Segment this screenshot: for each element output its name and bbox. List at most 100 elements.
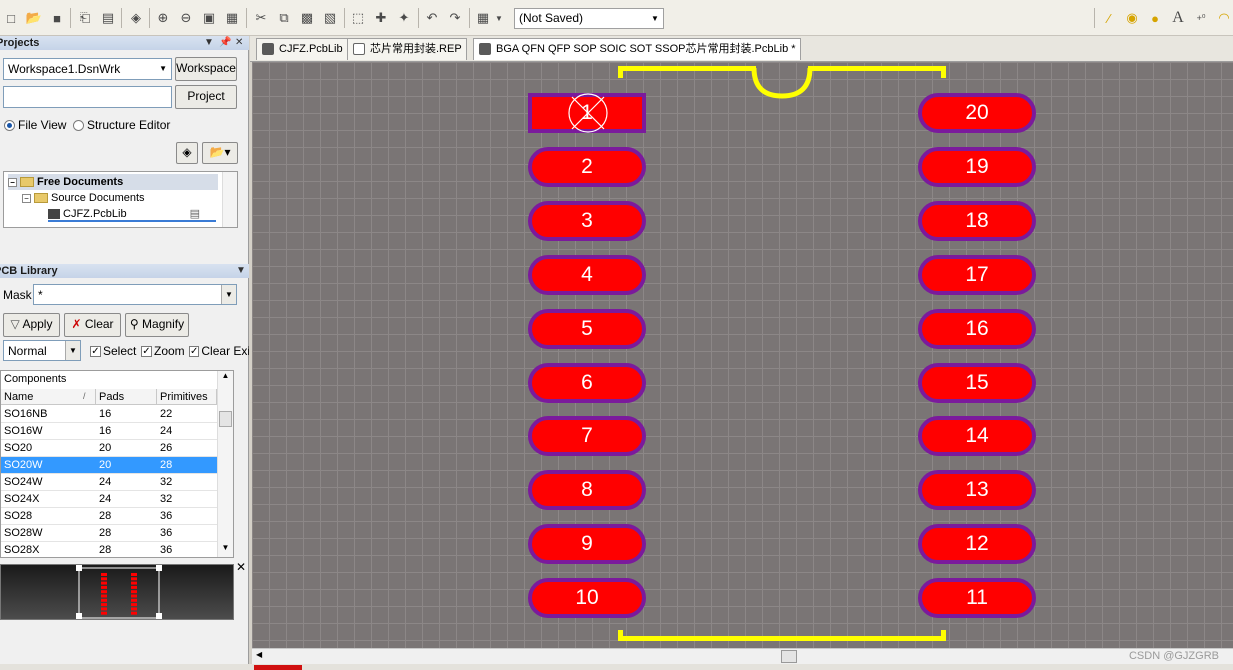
column-header-name[interactable]: Name — [1, 389, 96, 405]
table-row[interactable]: SO20 20 26 — [1, 440, 217, 457]
collapse-icon[interactable]: − — [8, 177, 17, 187]
pad-8[interactable]: 8 — [528, 470, 646, 510]
layer-color-swatch[interactable] — [254, 665, 302, 670]
zoom-checkbox[interactable]: ✓ Zoom — [141, 344, 185, 358]
pad-14[interactable]: 14 — [918, 416, 1036, 456]
project-button[interactable]: Project — [175, 85, 237, 109]
pad-10[interactable]: 10 — [528, 578, 646, 618]
scroll-up-icon[interactable]: ▲ — [218, 371, 233, 385]
canvas-horizontal-scrollbar[interactable]: ◀ — [252, 648, 1233, 664]
pad-12[interactable]: 12 — [918, 524, 1036, 564]
zoom-out-icon[interactable]: ⊖ — [177, 9, 195, 27]
mask-input[interactable]: * ▼ — [33, 284, 237, 305]
pad-19[interactable]: 19 — [918, 147, 1036, 187]
grid-icon[interactable]: ▦ — [474, 9, 492, 27]
pad-20[interactable]: 20 — [918, 93, 1036, 133]
paste-icon[interactable]: ▩ — [298, 9, 316, 27]
table-row[interactable]: SO16W 16 24 — [1, 423, 217, 440]
pad-5[interactable]: 5 — [528, 309, 646, 349]
workspace-button[interactable]: Workspace — [175, 57, 237, 81]
pad-11[interactable]: 11 — [918, 578, 1036, 618]
select-rect-icon[interactable]: ⬚ — [349, 9, 367, 27]
text-tool-icon[interactable]: A — [1169, 9, 1187, 27]
table-row[interactable]: SO24X 24 32 — [1, 491, 217, 508]
scroll-thumb[interactable] — [219, 411, 232, 427]
new-file-icon[interactable]: □ — [2, 9, 20, 27]
select-checkbox[interactable]: ✓ Select — [90, 344, 136, 358]
print-icon[interactable]: ⎗ — [76, 9, 94, 27]
via-tool-icon[interactable]: ● — [1146, 9, 1164, 27]
zoom-fit-icon[interactable]: ▣ — [200, 9, 218, 27]
cut-icon[interactable]: ✂ — [252, 9, 270, 27]
pad-3[interactable]: 3 — [528, 201, 646, 241]
zoom-in-icon[interactable]: ⊕ — [154, 9, 172, 27]
tree-item-cjfz-pcblib[interactable]: CJFZ.PcbLib ▤ — [48, 206, 216, 222]
tab-cjfz-pcblib[interactable]: CJFZ.PcbLib — [256, 38, 348, 60]
mode-select[interactable]: Normal ▼ — [3, 340, 81, 361]
panel-menu-icon[interactable]: ▼ — [204, 36, 214, 50]
tab-chip-package-rep[interactable]: 芯片常用封装.REP — [347, 38, 467, 60]
paste-special-icon[interactable]: ▧ — [321, 9, 339, 27]
clear-existing-checkbox[interactable]: ✓ Clear Exi — [189, 344, 249, 358]
coordinate-icon[interactable]: +⁰ — [1192, 9, 1210, 27]
tree-item-source-documents[interactable]: − Source Documents — [22, 190, 145, 206]
redo-icon[interactable]: ↷ — [446, 9, 464, 27]
collapse-icon[interactable]: − — [22, 193, 31, 203]
zoom-area-icon[interactable]: ▦ — [223, 9, 241, 27]
table-row[interactable]: SO28 28 36 — [1, 508, 217, 525]
workspace-select[interactable]: Workspace1.DsnWrk ▼ — [3, 58, 172, 80]
table-row[interactable]: SO28W 28 36 — [1, 525, 217, 542]
scroll-down-icon[interactable]: ▼ — [218, 543, 233, 557]
pin-icon[interactable]: 📌 — [219, 36, 231, 50]
tab-bga-package-pcblib[interactable]: BGA QFN QFP SOP SOIC SOT SSOP芯片常用封装.PcbL… — [473, 38, 801, 60]
clear-button[interactable]: ✗ Clear — [64, 313, 121, 337]
open-folder-icon[interactable]: 📂 — [25, 9, 43, 27]
thumbnail-pad — [101, 581, 107, 585]
panel-menu-icon[interactable]: ▼ — [236, 264, 246, 278]
pad-16[interactable]: 16 — [918, 309, 1036, 349]
table-row[interactable]: SO20W 20 28 — [1, 457, 217, 474]
table-row[interactable]: SO24W 24 32 — [1, 474, 217, 491]
add-document-button[interactable]: 📂▾ — [202, 142, 238, 164]
scroll-thumb[interactable] — [781, 650, 797, 663]
tree-scrollbar[interactable] — [222, 172, 237, 227]
tree-item-free-documents[interactable]: − Free Documents — [8, 174, 218, 190]
pad-17[interactable]: 17 — [918, 255, 1036, 295]
project-options-button[interactable]: ◈ — [176, 142, 198, 164]
pad-6[interactable]: 6 — [528, 363, 646, 403]
pad-tool-icon[interactable]: ◉ — [1123, 9, 1141, 27]
file-view-radio[interactable]: File View — [4, 118, 66, 132]
components-scrollbar[interactable]: ▲ ▼ — [217, 371, 233, 557]
magnify-button[interactable]: ⚲ Magnify — [125, 313, 189, 337]
structure-editor-radio[interactable]: Structure Editor — [73, 118, 170, 132]
copy-icon[interactable]: ⧉ — [275, 9, 293, 27]
grid-dropdown-icon[interactable]: ▼ — [494, 9, 504, 27]
pad-4[interactable]: 4 — [528, 255, 646, 295]
table-row[interactable]: SO28X 28 36 — [1, 542, 217, 557]
project-field[interactable] — [3, 86, 172, 108]
pad-18[interactable]: 18 — [918, 201, 1036, 241]
arc-tool-icon[interactable]: ◠ — [1215, 9, 1233, 27]
column-header-pads[interactable]: Pads — [96, 389, 157, 405]
close-icon[interactable]: ✕ — [235, 36, 243, 50]
close-icon[interactable]: ✕ — [236, 560, 246, 574]
apply-button[interactable]: ▽ Apply — [3, 313, 60, 337]
line-tool-icon[interactable]: ∕ — [1100, 9, 1118, 27]
table-row[interactable]: SO16NB 16 22 — [1, 406, 217, 423]
save-icon[interactable]: ■ — [48, 9, 66, 27]
pad-15[interactable]: 15 — [918, 363, 1036, 403]
pad-2[interactable]: 2 — [528, 147, 646, 187]
pcb-canvas[interactable]: 12345678910 20191817161514131211 — [252, 62, 1233, 648]
pad-13[interactable]: 13 — [918, 470, 1036, 510]
layers-icon[interactable]: ◈ — [127, 9, 145, 27]
pad-7[interactable]: 7 — [528, 416, 646, 456]
pad-9[interactable]: 9 — [528, 524, 646, 564]
cross-select-icon[interactable]: ✦ — [395, 9, 413, 27]
chevron-down-icon[interactable]: ▼ — [221, 285, 236, 304]
move-icon[interactable]: ✚ — [372, 9, 390, 27]
scroll-left-icon[interactable]: ◀ — [256, 650, 262, 659]
undo-icon[interactable]: ↶ — [423, 9, 441, 27]
print-preview-icon[interactable]: ▤ — [99, 9, 117, 27]
saved-state-combo[interactable]: (Not Saved) ▼ — [514, 8, 664, 29]
column-header-primitives[interactable]: Primitives — [157, 389, 217, 405]
